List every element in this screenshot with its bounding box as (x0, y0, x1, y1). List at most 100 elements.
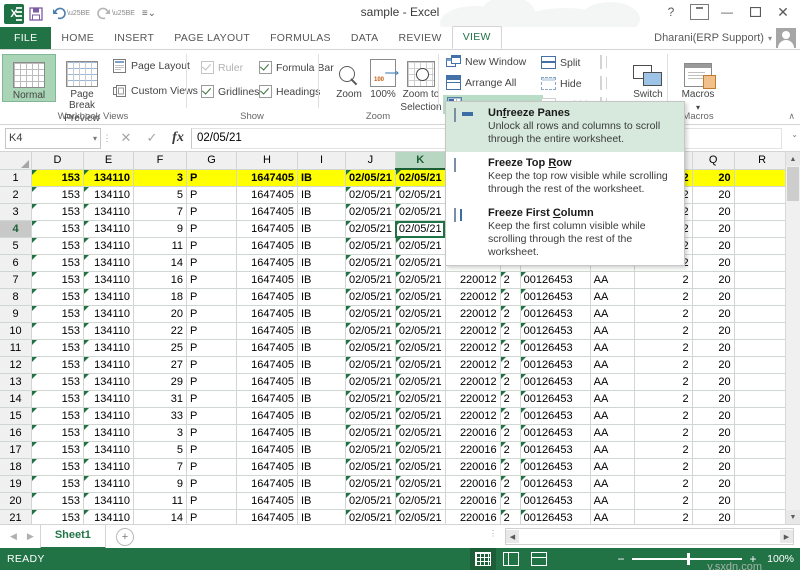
cell-Q21[interactable]: 20 (692, 510, 734, 525)
cell-K6[interactable]: 02/05/21 (395, 255, 445, 272)
column-header-J[interactable]: J (346, 152, 396, 169)
cell-O7[interactable]: AA (590, 272, 634, 289)
cell-Q16[interactable]: 20 (692, 425, 734, 442)
row-header-10[interactable]: 10 (0, 323, 32, 340)
gridlines-checkbox-box[interactable] (201, 85, 214, 98)
page-break-preview-shortcut-button[interactable] (526, 548, 552, 570)
cell-L17[interactable]: 220016 (445, 442, 500, 459)
cell-P10[interactable]: 2 (634, 323, 692, 340)
cell-H19[interactable]: 1647405 (237, 476, 298, 493)
cell-M12[interactable]: 2 (500, 357, 520, 374)
cell-K13[interactable]: 02/05/21 (395, 374, 445, 391)
column-header-F[interactable]: F (134, 152, 187, 169)
cell-J6[interactable]: 02/05/21 (346, 255, 396, 272)
cell-D19[interactable]: 153 (32, 476, 84, 493)
cell-E4[interactable]: 134110 (84, 221, 134, 238)
cell-F9[interactable]: 20 (134, 306, 187, 323)
cell-G7[interactable]: P (187, 272, 237, 289)
cell-J18[interactable]: 02/05/21 (346, 459, 396, 476)
cell-J16[interactable]: 02/05/21 (346, 425, 396, 442)
cell-D14[interactable]: 153 (32, 391, 84, 408)
cell-Q9[interactable]: 20 (692, 306, 734, 323)
row-header-9[interactable]: 9 (0, 306, 32, 323)
cell-N9[interactable]: 00126453 (520, 306, 590, 323)
cell-N13[interactable]: 00126453 (520, 374, 590, 391)
cell-H1[interactable]: 1647405 (237, 169, 298, 187)
cell-F15[interactable]: 33 (134, 408, 187, 425)
cell-F12[interactable]: 27 (134, 357, 187, 374)
cell-F11[interactable]: 25 (134, 340, 187, 357)
cell-O19[interactable]: AA (590, 476, 634, 493)
cell-K11[interactable]: 02/05/21 (395, 340, 445, 357)
cell-R15[interactable] (734, 408, 790, 425)
menu-item-freeze-first-column[interactable]: Freeze First Column Keep the first colum… (446, 202, 684, 265)
cell-G19[interactable]: P (187, 476, 237, 493)
table-row[interactable]: 1515313411033P1647405IB02/05/2102/05/212… (0, 408, 790, 425)
scroll-down-icon[interactable]: ▼ (786, 510, 800, 524)
cell-R12[interactable] (734, 357, 790, 374)
cell-D16[interactable]: 153 (32, 425, 84, 442)
cell-G18[interactable]: P (187, 459, 237, 476)
cell-O15[interactable]: AA (590, 408, 634, 425)
cell-K5[interactable]: 02/05/21 (395, 238, 445, 255)
tab-data[interactable]: DATA (341, 28, 389, 49)
cell-H3[interactable]: 1647405 (237, 204, 298, 221)
cell-E1[interactable]: 134110 (84, 169, 134, 187)
row-header-20[interactable]: 20 (0, 493, 32, 510)
cell-H5[interactable]: 1647405 (237, 238, 298, 255)
cell-Q14[interactable]: 20 (692, 391, 734, 408)
cell-P8[interactable]: 2 (634, 289, 692, 306)
cell-K14[interactable]: 02/05/21 (395, 391, 445, 408)
normal-view-shortcut-button[interactable] (470, 548, 496, 570)
cell-J8[interactable]: 02/05/21 (346, 289, 396, 306)
cell-E16[interactable]: 134110 (84, 425, 134, 442)
table-row[interactable]: 181531341107P1647405IB02/05/2102/05/2122… (0, 459, 790, 476)
cell-I17[interactable]: IB (298, 442, 346, 459)
cell-D8[interactable]: 153 (32, 289, 84, 306)
cell-Q20[interactable]: 20 (692, 493, 734, 510)
cell-Q10[interactable]: 20 (692, 323, 734, 340)
table-row[interactable]: 1315313411029P1647405IB02/05/2102/05/212… (0, 374, 790, 391)
cell-Q12[interactable]: 20 (692, 357, 734, 374)
cell-H18[interactable]: 1647405 (237, 459, 298, 476)
avatar[interactable] (776, 28, 796, 48)
row-header-11[interactable]: 11 (0, 340, 32, 357)
cell-I1[interactable]: IB (298, 169, 346, 187)
cell-J15[interactable]: 02/05/21 (346, 408, 396, 425)
cell-O10[interactable]: AA (590, 323, 634, 340)
row-header-15[interactable]: 15 (0, 408, 32, 425)
row-header-16[interactable]: 16 (0, 425, 32, 442)
sheet-nav-prev-icon[interactable]: ◀ (10, 531, 17, 542)
cell-R19[interactable] (734, 476, 790, 493)
name-box-caret-icon[interactable]: ▾ (93, 134, 97, 143)
cell-J11[interactable]: 02/05/21 (346, 340, 396, 357)
sheet-tab-sheet1[interactable]: Sheet1 (40, 525, 106, 549)
column-header-Q[interactable]: Q (692, 152, 734, 169)
cell-G6[interactable]: P (187, 255, 237, 272)
cell-P16[interactable]: 2 (634, 425, 692, 442)
cell-E15[interactable]: 134110 (84, 408, 134, 425)
cell-H17[interactable]: 1647405 (237, 442, 298, 459)
cell-E9[interactable]: 134110 (84, 306, 134, 323)
cell-E11[interactable]: 134110 (84, 340, 134, 357)
expand-formula-bar-icon[interactable]: ⌄ (791, 130, 798, 139)
cell-K20[interactable]: 02/05/21 (395, 493, 445, 510)
cell-R3[interactable] (734, 204, 790, 221)
cell-H16[interactable]: 1647405 (237, 425, 298, 442)
table-row[interactable]: 1415313411031P1647405IB02/05/2102/05/212… (0, 391, 790, 408)
cell-L18[interactable]: 220016 (445, 459, 500, 476)
hscroll-right-icon[interactable]: ▶ (780, 530, 793, 543)
cell-M17[interactable]: 2 (500, 442, 520, 459)
cell-K8[interactable]: 02/05/21 (395, 289, 445, 306)
cell-R17[interactable] (734, 442, 790, 459)
cell-G13[interactable]: P (187, 374, 237, 391)
sheet-nav-next-icon[interactable]: ▶ (27, 531, 34, 542)
table-row[interactable]: 171531341105P1647405IB02/05/2102/05/2122… (0, 442, 790, 459)
row-header-5[interactable]: 5 (0, 238, 32, 255)
cell-E13[interactable]: 134110 (84, 374, 134, 391)
cell-Q4[interactable]: 20 (692, 221, 734, 238)
add-sheet-button[interactable]: + (116, 528, 134, 546)
cell-L20[interactable]: 220016 (445, 493, 500, 510)
split-button[interactable]: Split (541, 55, 580, 70)
cell-D2[interactable]: 153 (32, 187, 84, 204)
